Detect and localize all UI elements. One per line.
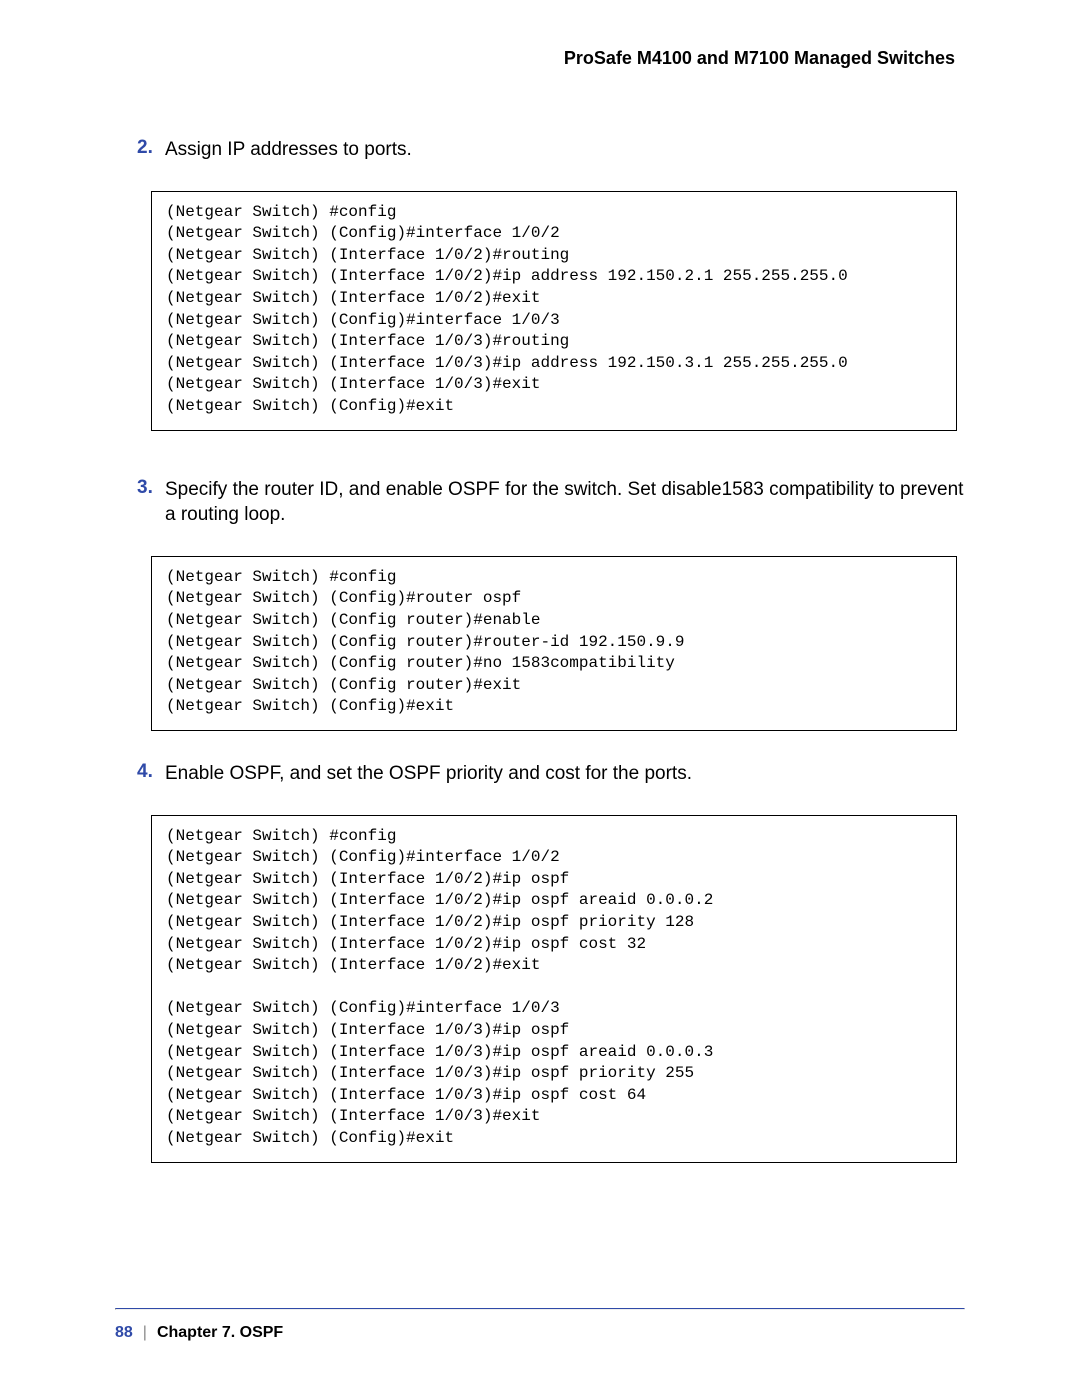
chapter-label: Chapter 7. OSPF [157,1324,283,1342]
code-block-step-4: (Netgear Switch) #config (Netgear Switch… [151,815,957,1163]
step-3: 3. Specify the router ID, and enable OSP… [115,477,965,528]
step-text: Assign IP addresses to ports. [165,137,412,163]
step-number: 2. [137,137,165,163]
footer-divider [115,1308,965,1310]
page-number: 88 [115,1324,133,1342]
footer-separator: | [143,1324,147,1342]
page-header-title: ProSafe M4100 and M7100 Managed Switches [115,48,965,69]
footer-text: 88 | Chapter 7. OSPF [115,1324,965,1342]
step-number: 4. [137,761,165,787]
step-text: Specify the router ID, and enable OSPF f… [165,477,965,528]
step-number: 3. [137,477,165,528]
document-page: ProSafe M4100 and M7100 Managed Switches… [0,0,1080,1397]
code-block-step-3: (Netgear Switch) #config (Netgear Switch… [151,556,957,731]
page-footer: 88 | Chapter 7. OSPF [115,1308,965,1342]
step-2: 2. Assign IP addresses to ports. [115,137,965,163]
step-text: Enable OSPF, and set the OSPF priority a… [165,761,692,787]
step-4: 4. Enable OSPF, and set the OSPF priorit… [115,761,965,787]
code-block-step-2: (Netgear Switch) #config (Netgear Switch… [151,191,957,431]
